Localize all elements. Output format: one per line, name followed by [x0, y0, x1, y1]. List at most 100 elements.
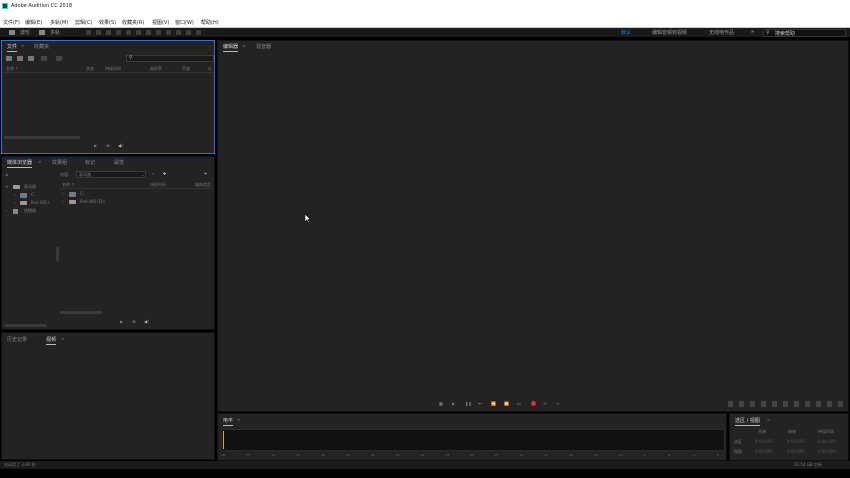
- volume-icon[interactable]: ◀): [118, 143, 123, 148]
- tab-favorites[interactable]: 收藏夹: [34, 43, 49, 50]
- panel-menu-icon[interactable]: ≡: [21, 43, 24, 48]
- pause-icon[interactable]: ❚❚: [465, 401, 472, 406]
- view-start-value[interactable]: 0:00.000: [755, 449, 773, 454]
- tree-item-c[interactable]: › C:: [14, 192, 56, 199]
- tab-media-browser[interactable]: 媒体浏览器: [7, 159, 33, 168]
- column-sample-rate[interactable]: 采样率: [150, 66, 162, 72]
- tab-effects-rack[interactable]: 效果组: [52, 159, 67, 166]
- column-more-icon[interactable]: ⊟: [208, 66, 211, 71]
- view-duration-value[interactable]: 0:00.000: [818, 449, 836, 454]
- zoom-controls-icon[interactable]: [728, 401, 846, 407]
- title-bar: Adobe Audition CC 2018: [0, 0, 850, 18]
- column-media-type[interactable]: 媒体类型: [195, 182, 211, 188]
- fast-forward-icon[interactable]: ⏩: [504, 401, 509, 406]
- browser-horizontal-scrollbar[interactable]: [60, 311, 102, 314]
- loop-icon[interactable]: ⟲: [132, 319, 135, 324]
- open-file-icon[interactable]: [6, 56, 12, 61]
- tree-item-drives[interactable]: ▾ 驱动器: [6, 184, 54, 191]
- selection-duration-value[interactable]: 0:00.000: [818, 439, 836, 444]
- tab-history[interactable]: 历史记录: [7, 336, 27, 343]
- waveform-view-button[interactable]: 波形: [20, 29, 30, 36]
- selection-start-value[interactable]: 0:00.000: [755, 439, 773, 444]
- tab-editor[interactable]: 编辑器: [223, 43, 239, 52]
- files-horizontal-scrollbar[interactable]: [4, 136, 80, 139]
- more-workspaces-icon[interactable]: »: [751, 29, 754, 35]
- import-file-icon[interactable]: [17, 56, 23, 61]
- add-shortcut-icon[interactable]: ⤓: [6, 171, 8, 176]
- menu-favorites[interactable]: 收藏夹(R): [122, 19, 144, 26]
- help-search-field[interactable]: ⚲ 搜索帮助: [763, 29, 846, 37]
- menu-file[interactable]: 文件(F): [3, 19, 20, 26]
- menu-help[interactable]: 帮助(H): [201, 19, 219, 26]
- loop-playback-icon[interactable]: ⟲: [543, 401, 548, 406]
- workspace-audio-to-video[interactable]: 编辑音频到视频: [652, 29, 687, 36]
- column-name[interactable]: 名称 ↑: [6, 66, 19, 72]
- rewind-icon[interactable]: ⏪: [491, 401, 496, 406]
- meter-tick-label: -48: [320, 453, 326, 457]
- column-duration[interactable]: 持续时间: [150, 182, 166, 188]
- tree-horizontal-scrollbar[interactable]: [5, 324, 47, 327]
- editor-panel: 编辑器 ≡ 混音器 ■ ▶ ❚❚ ⏮ ⏪ ⏩ ⏭ ⟲ ⇥: [217, 40, 849, 412]
- menu-multitrack[interactable]: 多轨(M): [50, 19, 68, 26]
- menu-edit[interactable]: 编辑(E): [25, 19, 42, 26]
- menu-effects[interactable]: 效果(S): [99, 19, 116, 26]
- tab-properties[interactable]: 属性: [114, 159, 124, 166]
- tree-label: 快捷键: [24, 208, 36, 213]
- play-icon[interactable]: ▶: [120, 319, 123, 324]
- new-file-icon[interactable]: [28, 56, 34, 61]
- header-start: 开始: [758, 429, 766, 434]
- skip-selection-icon[interactable]: ⇥: [556, 401, 561, 406]
- move-to-previous-icon[interactable]: ⏮: [478, 401, 483, 406]
- column-status[interactable]: 状态: [86, 66, 94, 72]
- add-location-icon[interactable]: ✚: [163, 171, 166, 176]
- multitrack-view-button[interactable]: 多轨: [50, 29, 60, 36]
- volume-icon[interactable]: ◀): [144, 319, 149, 324]
- workspace-radio[interactable]: 无线电作品: [709, 29, 734, 36]
- column-name[interactable]: 名称 ↑: [62, 182, 75, 188]
- menu-view[interactable]: 视图(V): [152, 19, 169, 26]
- list-item[interactable]: › Red WD (D:): [62, 199, 162, 206]
- view-end-value[interactable]: 0:00.000: [787, 449, 805, 454]
- play-icon[interactable]: ▶: [94, 143, 97, 148]
- selection-end-value[interactable]: 0:00.000: [787, 439, 805, 444]
- filter-icon[interactable]: ⏷: [204, 171, 207, 176]
- content-dropdown[interactable]: 驱动器 ⌄: [76, 171, 146, 178]
- panel-menu-icon[interactable]: ≡: [61, 336, 64, 341]
- workspace-default[interactable]: 默认: [621, 29, 631, 36]
- delete-file-icon[interactable]: [56, 56, 62, 61]
- list-item[interactable]: › C:: [62, 191, 162, 198]
- tab-markers[interactable]: 标记: [85, 159, 95, 166]
- tab-mixer[interactable]: 混音器: [256, 43, 271, 50]
- play-icon[interactable]: ▶: [452, 401, 457, 406]
- tab-files[interactable]: 文件: [7, 43, 18, 52]
- selection-view-panel: 选区 / 视图 ≡ 开始 结束 持续时间 选区 0:00.000 0:00.00…: [729, 413, 849, 461]
- stop-icon[interactable]: ■: [439, 401, 444, 406]
- panel-menu-icon[interactable]: ≡: [242, 43, 245, 48]
- column-duration[interactable]: 持续时间: [105, 66, 121, 72]
- menu-window[interactable]: 窗口(W): [175, 19, 194, 26]
- tab-video[interactable]: 视频: [46, 336, 57, 345]
- header-duration: 持续时间: [818, 429, 834, 434]
- files-column-header: 名称 ↑ 状态 持续时间 采样率 声道 ⊟: [2, 65, 214, 73]
- waveform-view-icon: [9, 30, 15, 35]
- loop-icon[interactable]: ⟲: [106, 143, 109, 148]
- panel-menu-icon[interactable]: ≡: [767, 417, 770, 422]
- tab-selection-view[interactable]: 选区 / 视图: [735, 417, 760, 426]
- panel-menu-icon[interactable]: ≡: [38, 159, 41, 164]
- tab-levels[interactable]: 电平: [223, 417, 234, 426]
- tree-item-shortcuts[interactable]: › 快捷键: [6, 208, 54, 215]
- column-channels[interactable]: 声道: [182, 66, 190, 72]
- status-free-space: 31.53 GB 空闲: [794, 462, 822, 467]
- insert-into-multitrack-icon[interactable]: [41, 56, 47, 61]
- back-icon[interactable]: ⇠: [152, 171, 155, 176]
- list-item-label: C:: [80, 191, 85, 196]
- files-search-input[interactable]: ⚲: [126, 55, 214, 62]
- tree-item-red-wd[interactable]: › Red WD (: [14, 200, 56, 207]
- record-icon[interactable]: [531, 401, 536, 406]
- tree-label: 驱动器: [24, 184, 36, 189]
- menu-clip[interactable]: 剪辑(C): [75, 19, 92, 26]
- edit-tools-icon[interactable]: [86, 30, 204, 35]
- splitter-handle[interactable]: [56, 247, 59, 261]
- panel-menu-icon[interactable]: ≡: [237, 417, 240, 422]
- move-to-next-icon[interactable]: ⏭: [517, 401, 522, 406]
